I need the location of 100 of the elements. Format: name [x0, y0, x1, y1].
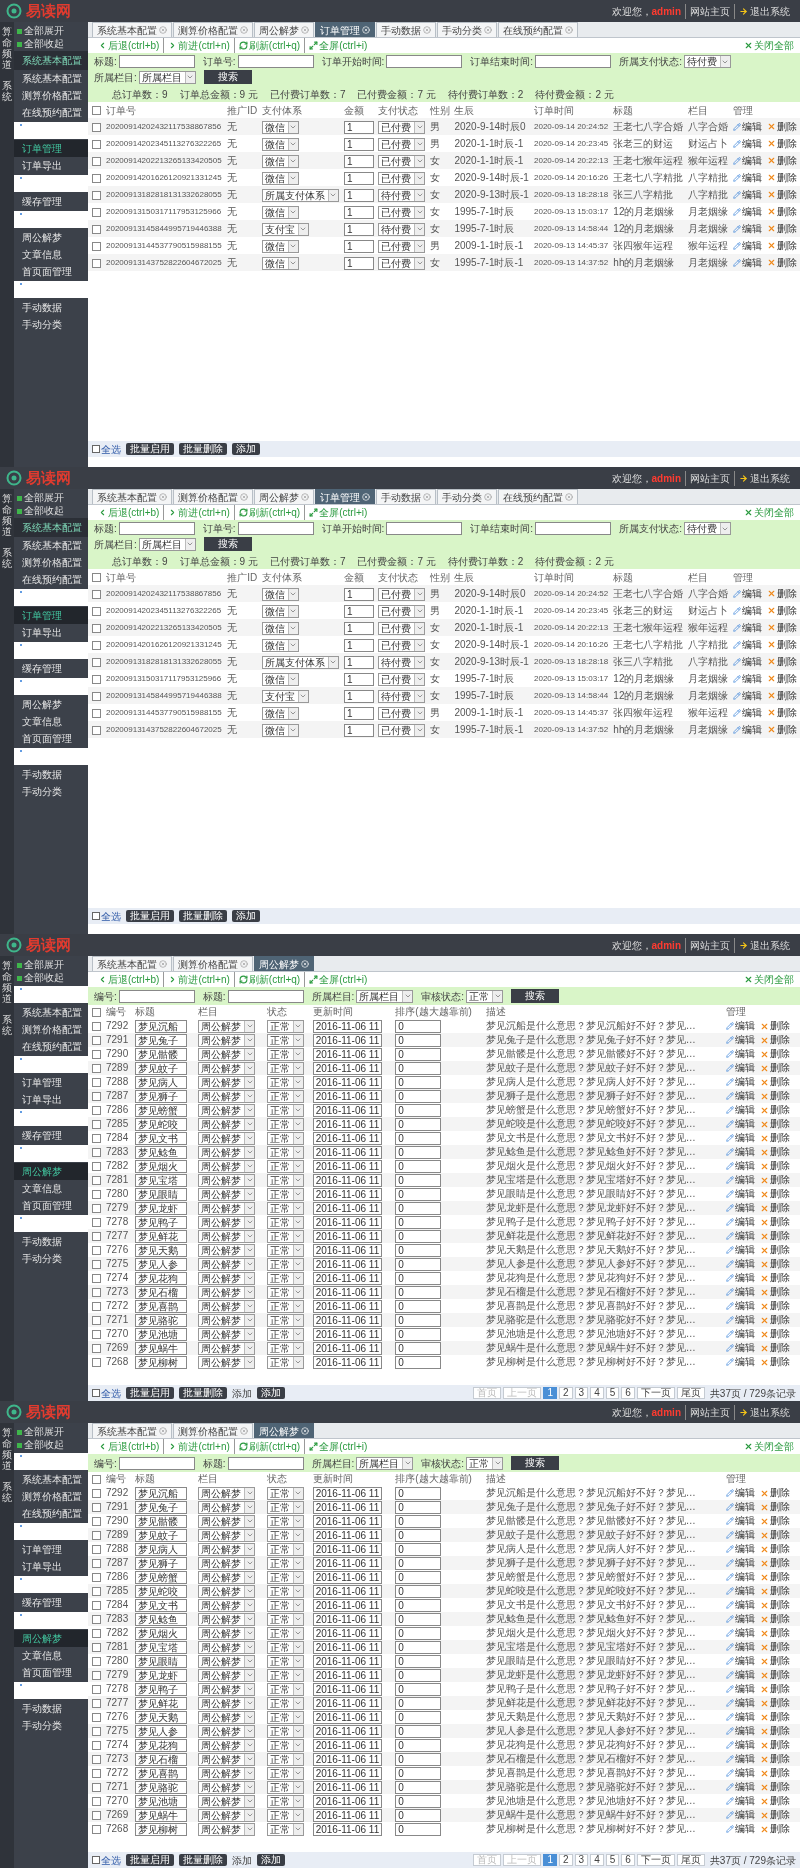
tab[interactable]: 在线预约配置: [498, 22, 578, 37]
delete-link[interactable]: 删除: [759, 1557, 790, 1569]
edit-link[interactable]: 编辑: [725, 1767, 755, 1779]
date-field[interactable]: 2016-11-06 11: [312, 1584, 383, 1598]
edit-link[interactable]: 编辑: [725, 1146, 755, 1158]
delete-link[interactable]: 删除: [767, 671, 797, 686]
status-dropdown[interactable]: 正常: [266, 1668, 304, 1682]
status-dropdown[interactable]: 正常: [266, 1047, 304, 1061]
sidebar-item[interactable]: 手动分类: [14, 783, 88, 800]
checkbox[interactable]: [92, 1670, 101, 1680]
category-dropdown[interactable]: 周公解梦: [198, 1822, 256, 1836]
search-field[interactable]: [118, 1456, 195, 1470]
delete-link[interactable]: 删除: [767, 153, 797, 168]
category-dropdown[interactable]: 周公解梦: [198, 1131, 256, 1145]
checkbox[interactable]: [92, 241, 101, 251]
date-field[interactable]: 2016-11-06 11: [312, 1780, 383, 1794]
checkbox[interactable]: [92, 1007, 101, 1017]
home-link[interactable]: 网站主页: [685, 1404, 734, 1420]
search-field[interactable]: [386, 55, 463, 68]
sidebar-item[interactable]: 在线预约配置: [14, 1038, 88, 1055]
checkbox[interactable]: [92, 1768, 101, 1778]
category-dropdown[interactable]: 周公解梦: [198, 1299, 256, 1313]
sort-field[interactable]: 0: [395, 1668, 442, 1682]
checkbox[interactable]: [92, 1389, 100, 1397]
edit-link[interactable]: 编辑: [725, 1020, 755, 1032]
status-dropdown[interactable]: 待付费: [378, 222, 426, 236]
search-field[interactable]: [237, 522, 314, 535]
edit-link[interactable]: 编辑: [725, 1627, 755, 1639]
sidebar-item[interactable]: 手动分类: [14, 1250, 88, 1267]
amount-field[interactable]: 1: [343, 188, 374, 202]
status-dropdown[interactable]: 正常: [266, 1061, 304, 1075]
checkbox[interactable]: [92, 1133, 101, 1143]
status-dropdown[interactable]: 正常: [266, 1313, 304, 1327]
checkbox[interactable]: [92, 1474, 101, 1484]
sort-field[interactable]: 0: [395, 1696, 442, 1710]
date-field[interactable]: 2016-11-06 11: [312, 1061, 383, 1075]
status-dropdown[interactable]: 正常: [266, 1201, 304, 1215]
amount-field[interactable]: 1: [343, 120, 374, 134]
status-dropdown[interactable]: 正常: [266, 1173, 304, 1187]
status-dropdown[interactable]: 已付费: [378, 205, 426, 219]
checkbox[interactable]: [92, 190, 101, 200]
checkbox[interactable]: [92, 445, 100, 453]
date-field[interactable]: 2016-11-06 11: [312, 1355, 383, 1369]
date-field[interactable]: 2016-11-06 11: [312, 1724, 383, 1738]
filter-dropdown[interactable]: 待付费: [683, 522, 731, 535]
edit-link[interactable]: 编辑: [725, 1795, 755, 1807]
sidebar-item[interactable]: 测算价格配置: [14, 1021, 88, 1038]
edit-link[interactable]: 编辑: [725, 1641, 755, 1653]
delete-link[interactable]: 删除: [759, 1753, 790, 1765]
tab[interactable]: 周公解梦: [254, 22, 314, 37]
edit-link[interactable]: 编辑: [725, 1356, 755, 1368]
sort-field[interactable]: 0: [395, 1514, 442, 1528]
category-dropdown[interactable]: 周公解梦: [198, 1486, 256, 1500]
status-dropdown[interactable]: 已付费: [378, 256, 426, 270]
status-dropdown[interactable]: 已付费: [378, 137, 426, 151]
edit-link[interactable]: 编辑: [733, 119, 762, 134]
checkbox[interactable]: [92, 1754, 101, 1764]
sidebar-item[interactable]: 订单导出: [14, 624, 88, 641]
toolbar-link[interactable]: 后退(ctrl+b): [94, 972, 164, 987]
delete-link[interactable]: 删除: [759, 1090, 790, 1102]
date-field[interactable]: 2016-11-06 11: [312, 1822, 383, 1836]
status-dropdown[interactable]: 正常: [266, 1584, 304, 1598]
sort-field[interactable]: 0: [395, 1327, 442, 1341]
sort-field[interactable]: 0: [395, 1612, 442, 1626]
category-dropdown[interactable]: 周公解梦: [198, 1327, 256, 1341]
delete-link[interactable]: 删除: [759, 1314, 790, 1326]
sidebar-item[interactable]: 缓存管理: [14, 1127, 88, 1144]
status-dropdown[interactable]: 正常: [266, 1696, 304, 1710]
sidebar-item[interactable]: 测算价格配置: [14, 554, 88, 571]
title-field[interactable]: 梦见花狗: [135, 1271, 188, 1285]
date-field[interactable]: 2016-11-06 11: [312, 1598, 383, 1612]
page-link[interactable]: 2: [559, 1387, 573, 1399]
edit-link[interactable]: 编辑: [725, 1739, 755, 1751]
sidebar-item[interactable]: 订单管理: [14, 1541, 88, 1558]
title-field[interactable]: 梦见文书: [135, 1598, 188, 1612]
checkbox[interactable]: [92, 573, 101, 583]
status-dropdown[interactable]: 正常: [266, 1243, 304, 1257]
sort-field[interactable]: 0: [395, 1822, 442, 1836]
sort-field[interactable]: 0: [395, 1528, 442, 1542]
delete-link[interactable]: 删除: [759, 1515, 790, 1527]
delete-link[interactable]: 删除: [759, 1739, 790, 1751]
edit-link[interactable]: 编辑: [733, 705, 762, 720]
delete-link[interactable]: 删除: [759, 1174, 790, 1186]
status-dropdown[interactable]: 正常: [266, 1229, 304, 1243]
checkbox[interactable]: [92, 1189, 101, 1199]
edit-link[interactable]: 编辑: [725, 1697, 755, 1709]
checkbox[interactable]: [92, 1530, 101, 1540]
checkbox[interactable]: [92, 912, 100, 920]
sort-field[interactable]: 0: [395, 1794, 442, 1808]
title-field[interactable]: 梦见喜鹊: [135, 1766, 188, 1780]
edit-link[interactable]: 编辑: [725, 1090, 755, 1102]
checkbox[interactable]: [92, 1049, 101, 1059]
edit-link[interactable]: 编辑: [725, 1272, 755, 1284]
checkbox[interactable]: [92, 1273, 101, 1283]
delete-link[interactable]: 删除: [759, 1062, 790, 1074]
sidebar-item[interactable]: 在线预约配置: [14, 1505, 88, 1522]
sort-field[interactable]: 0: [395, 1131, 442, 1145]
delete-link[interactable]: 删除: [759, 1300, 790, 1312]
sidebar-item[interactable]: 缓存管理: [14, 1594, 88, 1611]
status-dropdown[interactable]: 正常: [266, 1075, 304, 1089]
